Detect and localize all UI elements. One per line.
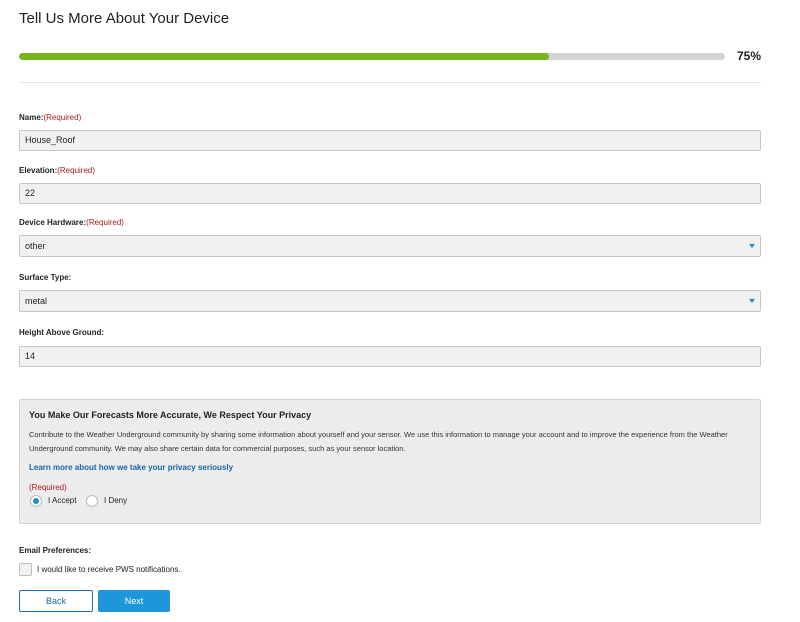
next-button[interactable]: Next [98,590,170,612]
elevation-input[interactable]: 22 [19,183,761,204]
deny-radio-label[interactable]: I Deny [104,496,127,505]
progress-bar [19,53,725,60]
chevron-down-icon [749,244,755,248]
privacy-link[interactable]: Learn more about how we take your privac… [29,463,233,472]
divider [19,82,761,83]
email-preferences-label: Email Preferences: [19,546,92,555]
surface-label: Surface Type: [19,273,71,282]
privacy-panel: You Make Our Forecasts More Accurate, We… [19,399,761,524]
surface-label-text: Surface Type: [19,273,72,282]
progress-bar-fill [19,53,549,60]
page-title: Tell Us More About Your Device [19,10,230,27]
privacy-required-text: (Required) [29,483,67,492]
name-label: Name:(Required) [19,113,81,122]
name-label-text: Name: [19,113,44,122]
height-input[interactable]: 14 [19,346,761,367]
pws-notifications-checkbox[interactable] [19,563,32,576]
name-input[interactable]: House_Roof [19,130,761,151]
accept-radio[interactable] [30,495,42,507]
pws-notifications-label[interactable]: I would like to receive PWS notification… [37,565,181,574]
privacy-description: Contribute to the Weather Underground co… [29,430,728,453]
name-required-text: (Required) [43,113,82,122]
surface-select[interactable]: metal [19,290,761,312]
accept-radio-label[interactable]: I Accept [48,496,76,505]
hardware-select-value: other [25,241,46,251]
hardware-select[interactable]: other [19,235,761,257]
hardware-required-text: (Required) [86,218,124,227]
chevron-down-icon [749,299,755,303]
height-label-text: Height Above Ground: [19,328,105,337]
privacy-title: You Make Our Forecasts More Accurate, We… [29,410,312,420]
height-label: Height Above Ground: [19,328,104,337]
progress-percent: 75% [737,49,762,63]
hardware-label-text: Device Hardware: [19,218,87,227]
hardware-label: Device Hardware:(Required) [19,218,124,227]
elevation-label: Elevation:(Required) [19,166,95,175]
elevation-required-text: (Required) [57,166,96,175]
back-button[interactable]: Back [19,590,93,612]
elevation-label-text: Elevation: [19,166,58,175]
surface-select-value: metal [25,296,48,306]
deny-radio[interactable] [86,495,98,507]
